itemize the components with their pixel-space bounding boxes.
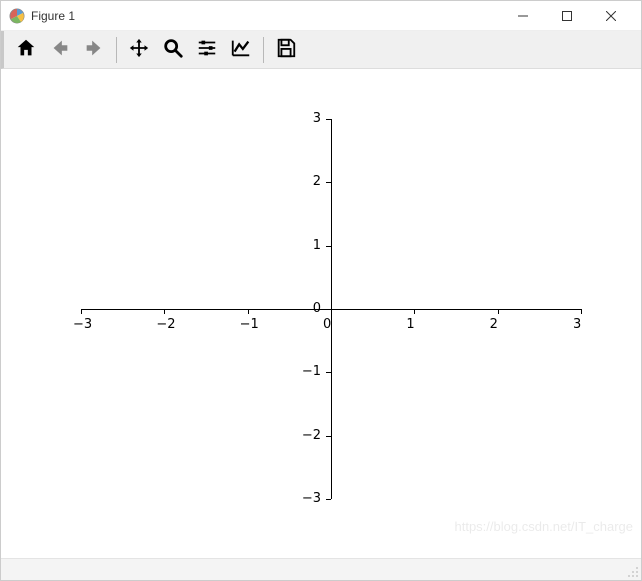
sliders-icon — [196, 37, 218, 62]
minimize-button[interactable] — [501, 1, 545, 31]
y-tick-label: 1 — [291, 238, 321, 253]
x-tick-label: 0 — [323, 317, 331, 332]
x-tick — [581, 309, 582, 314]
x-tick-label: −2 — [156, 317, 175, 332]
toolbar-separator — [263, 37, 264, 63]
y-tick-label: 0 — [291, 301, 321, 316]
save-button[interactable] — [270, 34, 302, 66]
close-button[interactable] — [589, 1, 633, 31]
x-tick-label: −3 — [73, 317, 92, 332]
y-tick-label: 2 — [291, 174, 321, 189]
x-tick — [414, 309, 415, 314]
edit-axes-button[interactable] — [225, 34, 257, 66]
y-tick-label: −2 — [291, 428, 321, 443]
toolbar-separator — [116, 37, 117, 63]
y-tick — [326, 436, 331, 437]
save-icon — [275, 37, 297, 62]
app-icon — [9, 8, 25, 24]
y-tick — [326, 499, 331, 500]
y-tick-label: 3 — [291, 111, 321, 126]
zoom-button[interactable] — [157, 34, 189, 66]
x-tick — [81, 309, 82, 314]
watermark-text: https://blog.csdn.net/IT_charge — [455, 519, 634, 534]
pan-button[interactable] — [123, 34, 155, 66]
y-tick — [326, 246, 331, 247]
resize-grip-icon[interactable] — [627, 566, 639, 578]
home-icon — [15, 37, 37, 62]
forward-button[interactable] — [78, 34, 110, 66]
y-tick — [326, 309, 331, 310]
x-tick-label: −1 — [240, 317, 259, 332]
x-tick-label: 2 — [490, 317, 498, 332]
maximize-button[interactable] — [545, 1, 589, 31]
figure-canvas[interactable]: −3 −2 −1 0 1 2 3 −3 −2 −1 0 1 2 3 https://blog.csdn.n… — [1, 69, 641, 558]
chart-line-icon — [230, 37, 252, 62]
arrow-right-icon — [83, 37, 105, 62]
zoom-icon — [162, 37, 184, 62]
home-button[interactable] — [10, 34, 42, 66]
x-tick — [164, 309, 165, 314]
x-tick — [331, 309, 332, 314]
axes: −3−2−10123−3−2−10123 — [81, 119, 581, 499]
back-button[interactable] — [44, 34, 76, 66]
configure-subplots-button[interactable] — [191, 34, 223, 66]
y-tick-label: −3 — [291, 491, 321, 506]
x-tick — [248, 309, 249, 314]
move-icon — [128, 37, 150, 62]
matplotlib-toolbar — [1, 31, 641, 69]
y-tick — [326, 182, 331, 183]
y-tick — [326, 372, 331, 373]
y-tick — [326, 119, 331, 120]
arrow-left-icon — [49, 37, 71, 62]
x-tick-label: 3 — [573, 317, 581, 332]
x-tick-label: 1 — [406, 317, 414, 332]
x-tick — [498, 309, 499, 314]
status-bar — [1, 558, 641, 580]
y-tick-label: −1 — [291, 364, 321, 379]
window-titlebar: Figure 1 — [1, 1, 641, 31]
window-title: Figure 1 — [31, 9, 75, 23]
